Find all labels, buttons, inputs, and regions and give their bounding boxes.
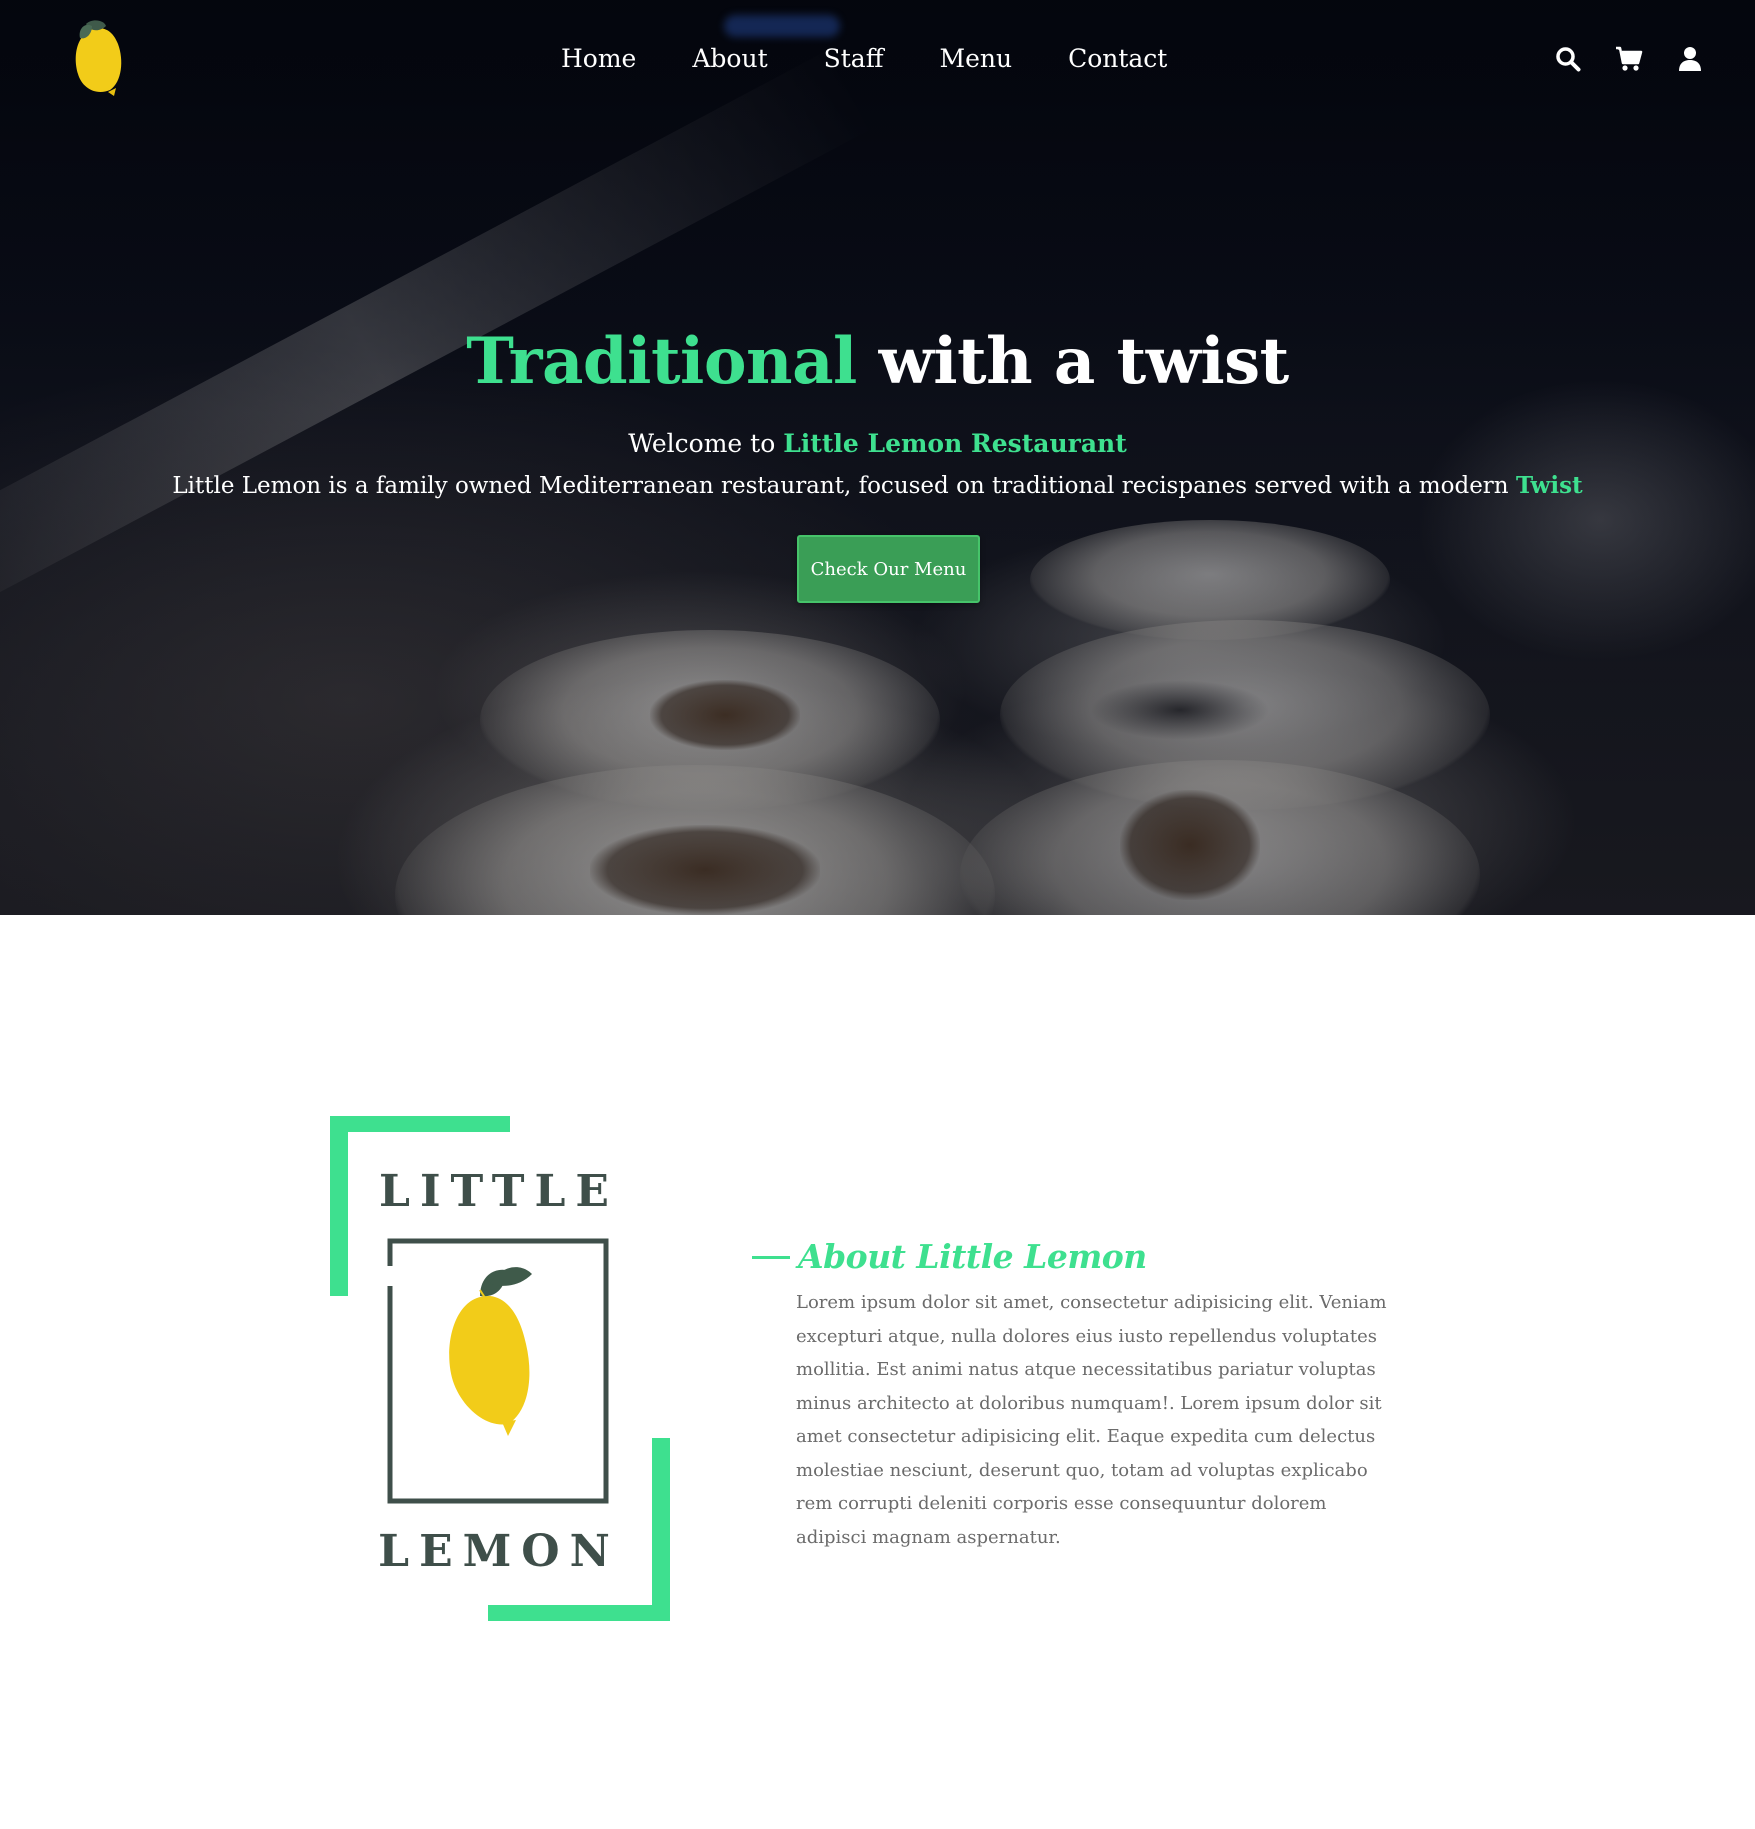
hero-background-food <box>1120 790 1260 900</box>
hero-description-text: Little Lemon is a family owned Mediterra… <box>172 473 1516 499</box>
nav-icons <box>1524 42 1707 76</box>
hero-section: Home About Staff Menu Contact Traditiona… <box>0 0 1755 915</box>
hero-title: Traditional with a twist <box>0 322 1755 402</box>
search-icon[interactable] <box>1551 42 1585 76</box>
hero-background-food <box>1090 680 1270 740</box>
nav-link-staff[interactable]: Staff <box>824 40 884 78</box>
hero-welcome: Welcome to Little Lemon Restaurant <box>0 426 1755 462</box>
top-navbar: Home About Staff Menu Contact <box>0 0 1755 118</box>
nav-link-menu[interactable]: Menu <box>939 40 1012 78</box>
nav-link-contact[interactable]: Contact <box>1068 40 1167 78</box>
hero-restaurant-name: Little Lemon Restaurant <box>783 429 1127 458</box>
lemon-icon <box>449 1267 532 1436</box>
hero-description: Little Lemon is a family owned Mediterra… <box>0 468 1755 504</box>
check-menu-button[interactable]: Check Our Menu <box>797 535 980 603</box>
nav-links: Home About Staff Menu Contact <box>561 40 1223 78</box>
hero-background-food <box>590 825 820 915</box>
nav-link-about[interactable]: About <box>692 40 767 78</box>
about-section: LITTLE LEMON About Little Lemon Lorem ip… <box>0 915 1755 1829</box>
about-heading-row: About Little Lemon <box>752 1235 1147 1279</box>
hero-title-accent: Traditional <box>466 324 857 399</box>
hero-description-accent: Twist <box>1515 472 1583 499</box>
nav-highlight <box>724 15 840 37</box>
hero-welcome-prefix: Welcome to <box>628 429 784 458</box>
lemon-icon[interactable] <box>70 16 126 98</box>
about-body-text: Lorem ipsum dolor sit amet, consectetur … <box>796 1292 1387 1548</box>
cart-icon[interactable] <box>1612 42 1646 76</box>
nav-link-home[interactable]: Home <box>561 40 636 78</box>
logo-text-lemon: LEMON <box>378 1526 620 1577</box>
about-heading-dash <box>752 1255 790 1259</box>
logo-text-little: LITTLE <box>379 1166 619 1217</box>
little-lemon-logo: LITTLE LEMON <box>330 1116 670 1621</box>
user-icon[interactable] <box>1673 42 1707 76</box>
hero-title-rest: with a twist <box>856 324 1290 399</box>
hero-background-food <box>650 680 800 750</box>
about-heading: About Little Lemon <box>798 1237 1147 1276</box>
